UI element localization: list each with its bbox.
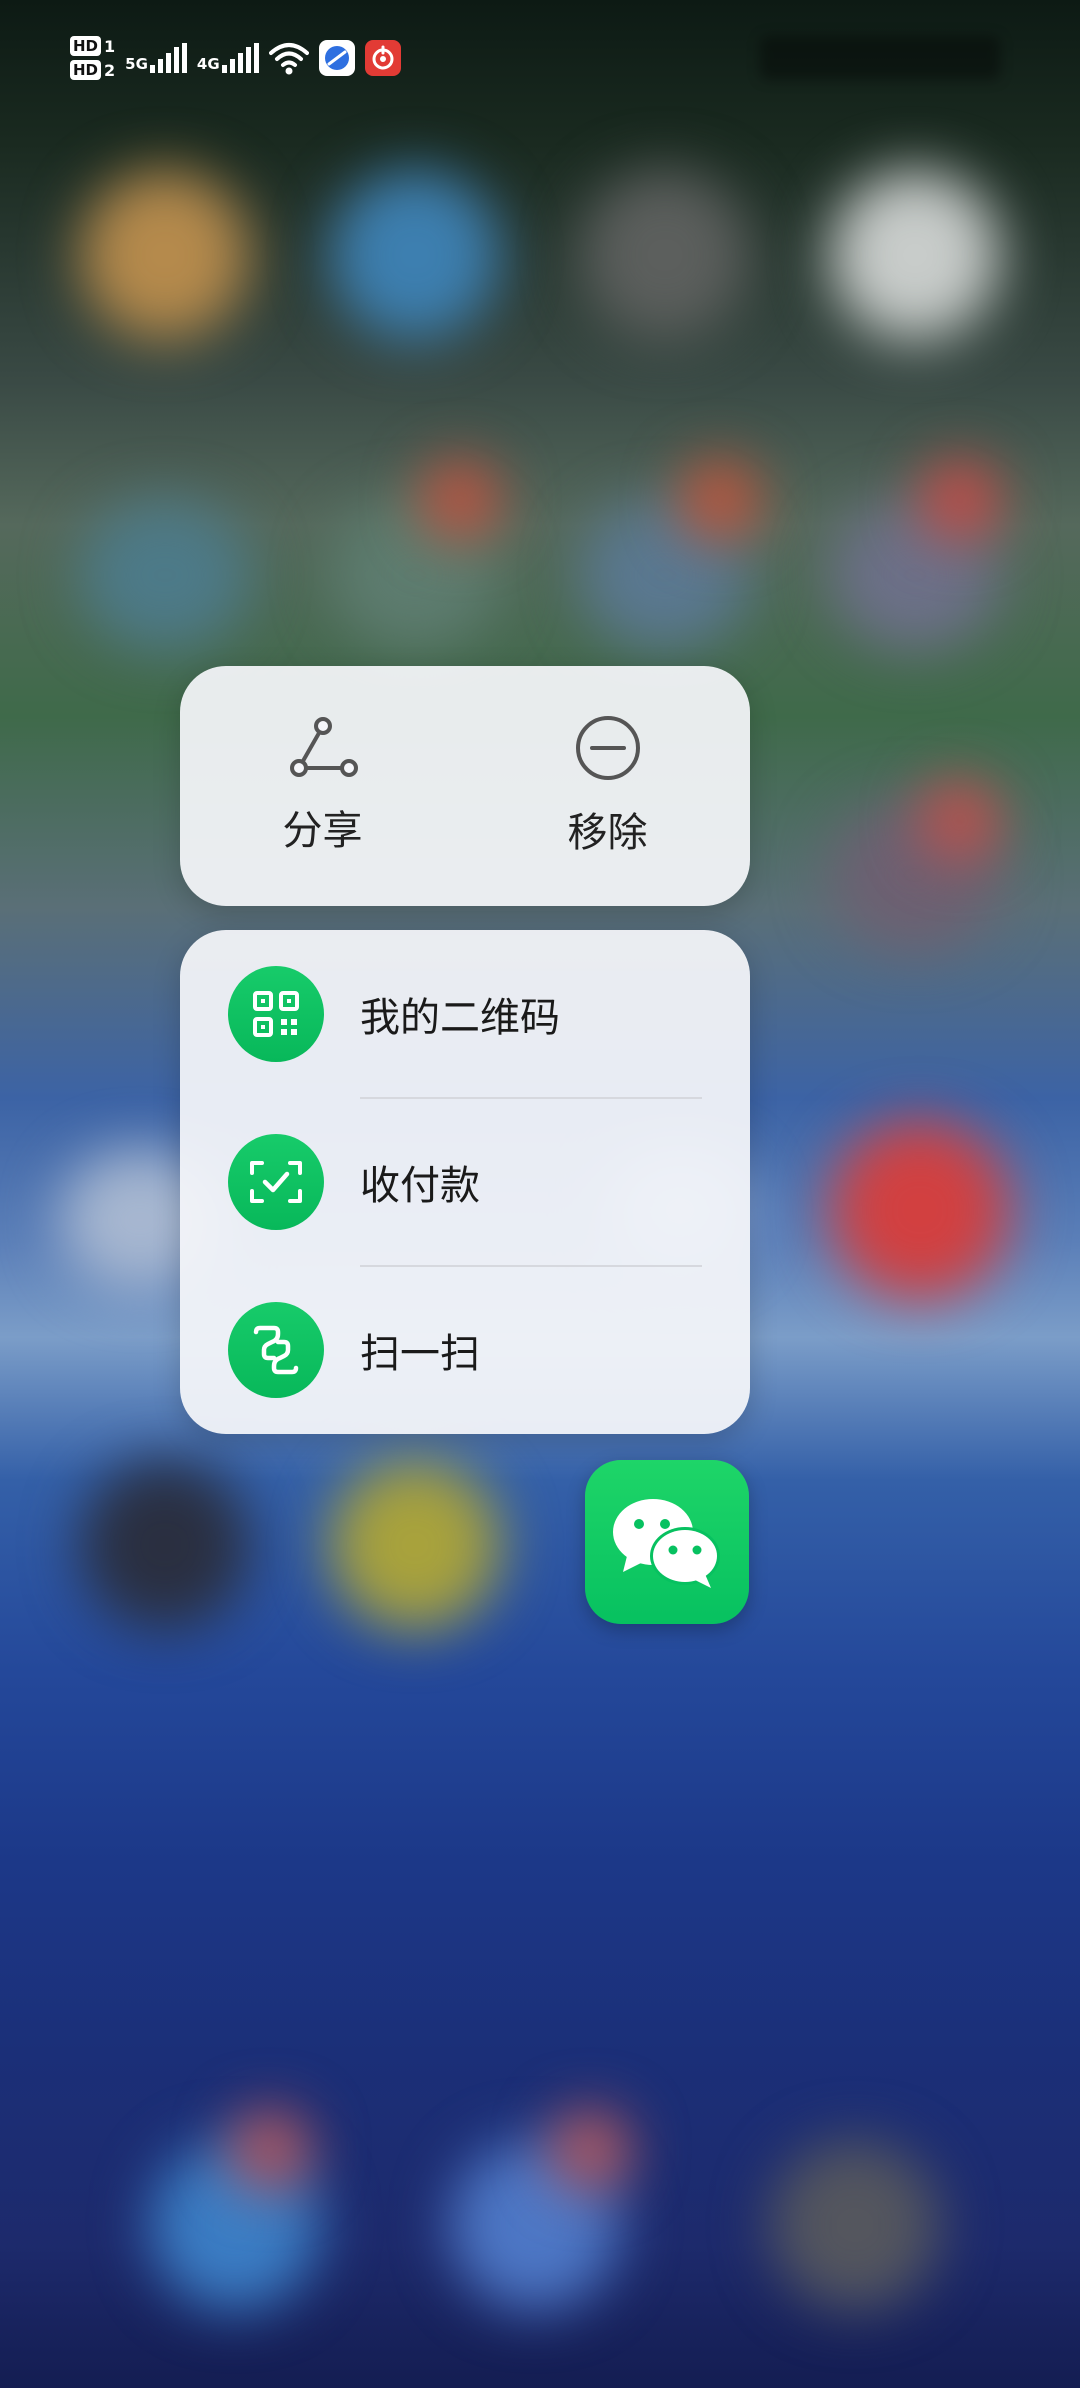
remove-icon: [575, 716, 640, 780]
blurred-app-icon: [330, 170, 500, 340]
qr-code-icon: [228, 966, 324, 1062]
share-action[interactable]: 分享: [180, 666, 465, 906]
blurred-app-icon: [580, 170, 750, 340]
status-bar: HD 1 HD 2 5G 4G: [0, 0, 1080, 130]
sim2-hd-indicator: HD 2: [70, 60, 115, 80]
blurred-app-icon: [330, 1460, 500, 1630]
signal-icon: [149, 43, 187, 73]
sim-index: 1: [104, 36, 116, 56]
blurred-dock-icon: [770, 2140, 940, 2310]
blurred-badge: [680, 460, 760, 540]
blurred-app-icon: [80, 1460, 250, 1630]
scan-icon: [228, 1302, 324, 1398]
shortcut-label: 扫一扫: [360, 1331, 480, 1377]
shortcut-label: 收付款: [360, 1163, 480, 1209]
network-type-label: 4G: [196, 55, 220, 73]
browser-app-icon: [318, 40, 355, 76]
sim-indicators: HD 1 HD 2: [70, 36, 115, 80]
sim1-hd-indicator: HD 1: [70, 36, 115, 56]
quick-actions-panel: 分享 移除: [180, 666, 750, 906]
blurred-badge: [920, 780, 1000, 860]
status-indicators: HD 1 HD 2 5G 4G: [70, 36, 401, 80]
wifi-icon: [268, 43, 309, 75]
blurred-badge: [920, 460, 1000, 540]
blurred-badge: [420, 460, 500, 540]
blurred-app-icon: [80, 170, 250, 340]
shortcuts-panel: 我的二维码 收付款 扫一扫: [180, 930, 750, 1434]
sim-index: 2: [104, 60, 116, 80]
blurred-app-icon: [830, 170, 1000, 340]
payment-scan-icon: [228, 1134, 324, 1230]
blurred-app-icon: [80, 500, 250, 650]
wechat-icon[interactable]: [585, 1460, 749, 1624]
netease-music-app-icon: [364, 40, 401, 76]
share-icon: [289, 717, 358, 777]
blurred-app-icon: [830, 1120, 1010, 1300]
shortcut-label: 我的二维码: [360, 995, 560, 1041]
shortcut-my-qr-code[interactable]: 我的二维码: [180, 930, 750, 1098]
remove-action[interactable]: 移除: [465, 666, 750, 906]
shortcut-payment[interactable]: 收付款: [180, 1098, 750, 1266]
status-bar-right-blurred: [760, 36, 1000, 80]
hd-badge: HD: [70, 36, 102, 56]
signal-icon: [221, 43, 259, 73]
chat-bubbles-icon: [613, 1499, 720, 1588]
remove-label: 移除: [567, 810, 648, 856]
network-type-label: 5G: [125, 55, 148, 73]
blurred-badge: [230, 2110, 310, 2190]
shortcut-scan[interactable]: 扫一扫: [180, 1266, 750, 1434]
network-4g: 4G: [197, 43, 259, 73]
network-5g: 5G: [125, 43, 187, 73]
blurred-badge: [550, 2110, 630, 2190]
share-label: 分享: [282, 808, 363, 854]
hd-badge: HD: [70, 60, 102, 80]
